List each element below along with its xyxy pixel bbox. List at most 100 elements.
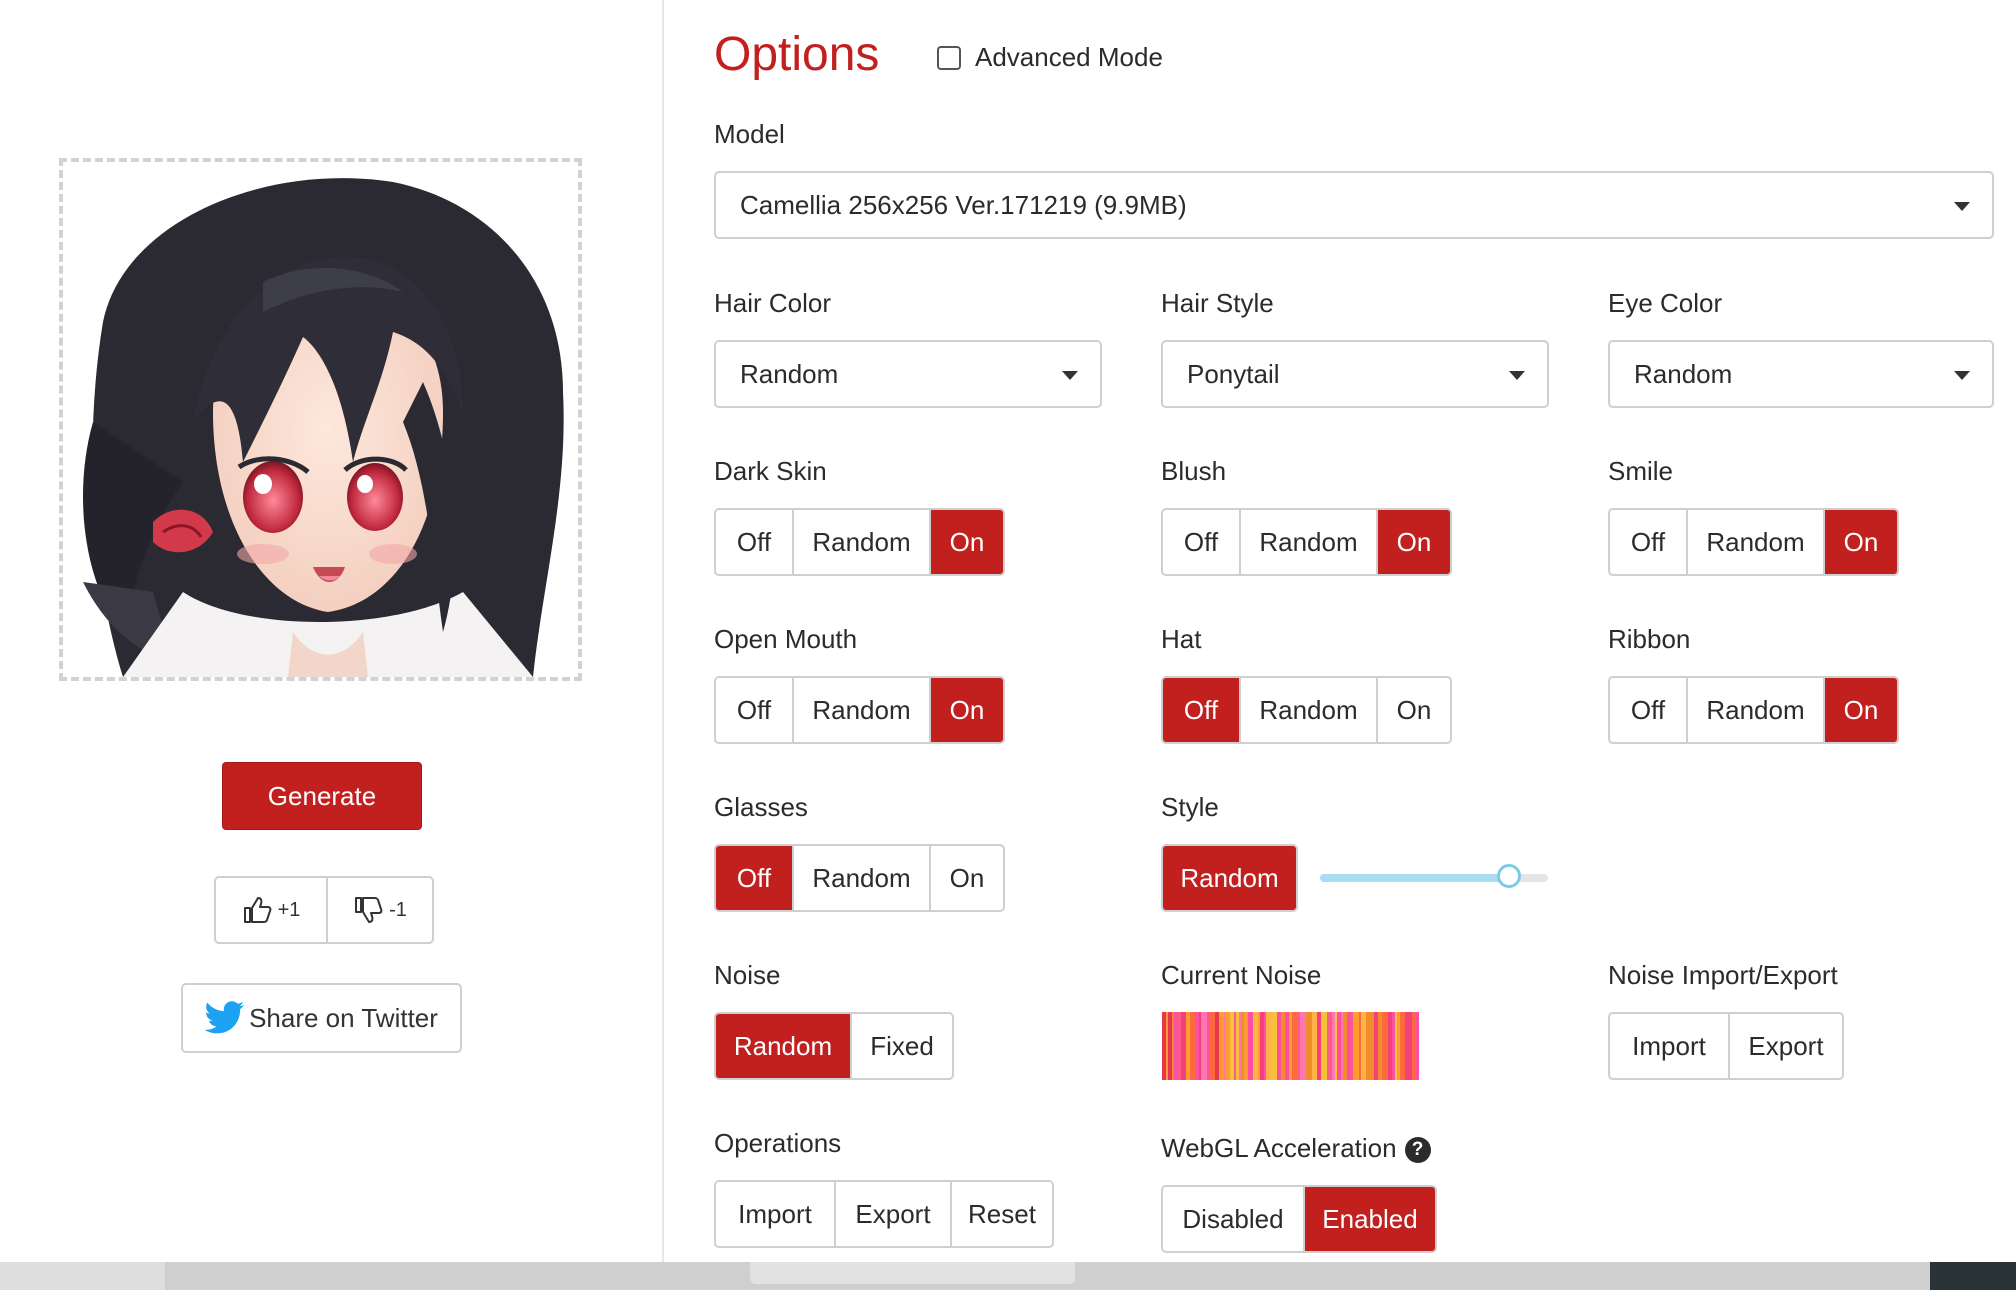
noise-stripe (1347, 1012, 1351, 1080)
hair-style-select[interactable]: Ponytail (1161, 340, 1549, 408)
noise-export-button[interactable]: Export (1728, 1014, 1842, 1078)
open-mouth-off-button[interactable]: Off (716, 678, 792, 742)
model-label: Model (714, 119, 785, 149)
glasses-toggle-group: Off Random On (714, 844, 1005, 912)
hair-style-value: Ponytail (1187, 358, 1280, 389)
style-slider-handle[interactable] (1497, 864, 1522, 888)
bottom-scroll-strip (0, 1262, 2016, 1290)
dark-skin-on-button[interactable]: On (929, 510, 1003, 574)
open-mouth-on-button[interactable]: On (929, 678, 1003, 742)
noise-stripe (1289, 1012, 1292, 1080)
smile-random-button[interactable]: Random (1686, 510, 1823, 574)
webgl-disabled-button[interactable]: Disabled (1163, 1187, 1303, 1251)
noise-stripe (1207, 1012, 1209, 1080)
noise-stripe (1297, 1012, 1300, 1080)
noise-stripe (1371, 1012, 1374, 1080)
question-circle-icon[interactable]: ? (1404, 1137, 1431, 1164)
noise-stripe (1281, 1012, 1285, 1080)
webgl-enabled-button[interactable]: Enabled (1303, 1187, 1435, 1251)
style-slider[interactable] (1320, 864, 1548, 888)
downvote-button[interactable]: -1 (326, 878, 432, 942)
dark-skin-toggle-group: Off Random On (714, 508, 1005, 576)
noise-stripe (1388, 1012, 1392, 1080)
glasses-off-button[interactable]: Off (716, 846, 792, 910)
noise-stripe (1264, 1012, 1266, 1080)
dark-skin-off-button[interactable]: Off (716, 510, 792, 574)
webgl-toggle-group: Disabled Enabled (1161, 1185, 1437, 1253)
blush-random-button[interactable]: Random (1239, 510, 1376, 574)
hair-color-select[interactable]: Random (714, 340, 1102, 408)
glasses-random-button[interactable]: Random (792, 846, 929, 910)
noise-stripe (1392, 1012, 1395, 1080)
noise-stripe (1335, 1012, 1337, 1080)
noise-stripe (1201, 1012, 1207, 1080)
smile-off-button[interactable]: Off (1610, 510, 1686, 574)
thumbs-up-icon (243, 897, 271, 923)
twitter-bird-icon (205, 1001, 245, 1034)
open-mouth-random-button[interactable]: Random (792, 678, 929, 742)
noise-stripe (1400, 1012, 1405, 1080)
operations-reset-button[interactable]: Reset (950, 1182, 1052, 1246)
noise-io-label: Noise Import/Export (1608, 960, 1838, 990)
noise-stripe (1327, 1012, 1332, 1080)
open-mouth-label: Open Mouth (714, 624, 858, 654)
noise-stripe (1230, 1012, 1234, 1080)
noise-stripe (1359, 1012, 1361, 1080)
hat-on-button[interactable]: On (1376, 678, 1450, 742)
noise-stripe (1236, 1012, 1239, 1080)
noise-stripe (1266, 1012, 1271, 1080)
hat-off-button[interactable]: Off (1163, 678, 1239, 742)
ribbon-off-button[interactable]: Off (1610, 678, 1686, 742)
dark-skin-label: Dark Skin (714, 456, 827, 486)
hair-style-label: Hair Style (1161, 288, 1274, 318)
style-random-button[interactable]: Random (1163, 846, 1296, 910)
noise-stripe (1174, 1012, 1178, 1080)
operations-export-button[interactable]: Export (834, 1182, 950, 1246)
share-twitter-button[interactable]: Share on Twitter (181, 983, 462, 1053)
model-select[interactable]: Camellia 256x256 Ver.171219 (9.9MB) (714, 171, 1994, 239)
noise-label: Noise (714, 960, 781, 990)
noise-stripe (1366, 1012, 1371, 1080)
webgl-label-row: WebGL Acceleration? (1161, 1132, 1431, 1164)
noise-stripe (1244, 1012, 1248, 1080)
smile-label: Smile (1608, 456, 1674, 486)
blush-on-button[interactable]: On (1376, 510, 1450, 574)
operations-import-button[interactable]: Import (716, 1182, 834, 1246)
noise-stripe (1166, 1012, 1168, 1080)
noise-random-button[interactable]: Random (716, 1014, 850, 1078)
upvote-button[interactable]: +1 (216, 878, 326, 942)
generate-button[interactable]: Generate (222, 762, 422, 830)
upvote-count: +1 (277, 898, 301, 921)
noise-stripe (1332, 1012, 1335, 1080)
dark-skin-random-button[interactable]: Random (792, 510, 929, 574)
noise-stripe (1224, 1012, 1226, 1080)
noise-stripe (1260, 1012, 1264, 1080)
advanced-mode-toggle[interactable]: Advanced Mode (937, 42, 1163, 73)
noise-stripes (1162, 1012, 1419, 1080)
ribbon-on-button[interactable]: On (1823, 678, 1897, 742)
noise-stripe (1317, 1012, 1321, 1080)
glasses-on-button[interactable]: On (929, 846, 1003, 910)
hat-random-button[interactable]: Random (1239, 678, 1376, 742)
noise-fixed-button[interactable]: Fixed (850, 1014, 952, 1078)
noise-stripe (1172, 1012, 1174, 1080)
ribbon-random-button[interactable]: Random (1686, 678, 1823, 742)
style-slider-fill (1320, 874, 1510, 882)
blush-off-button[interactable]: Off (1163, 510, 1239, 574)
share-twitter-label: Share on Twitter (249, 1002, 438, 1033)
noise-stripe (1361, 1012, 1366, 1080)
noise-io-button-group: Import Export (1608, 1012, 1844, 1080)
caret-down-icon (1954, 371, 1970, 380)
smile-on-button[interactable]: On (1823, 510, 1897, 574)
options-title: Options (714, 28, 880, 81)
noise-stripe (1178, 1012, 1181, 1080)
noise-import-button[interactable]: Import (1610, 1014, 1728, 1078)
noise-stripe (1405, 1012, 1407, 1080)
noise-stripe (1337, 1012, 1341, 1080)
noise-stripe (1382, 1012, 1388, 1080)
bottom-strip-corner (1930, 1262, 2016, 1290)
advanced-mode-checkbox[interactable] (937, 45, 961, 70)
noise-stripe (1378, 1012, 1382, 1080)
noise-stripe (1219, 1012, 1224, 1080)
eye-color-select[interactable]: Random (1608, 340, 1994, 408)
